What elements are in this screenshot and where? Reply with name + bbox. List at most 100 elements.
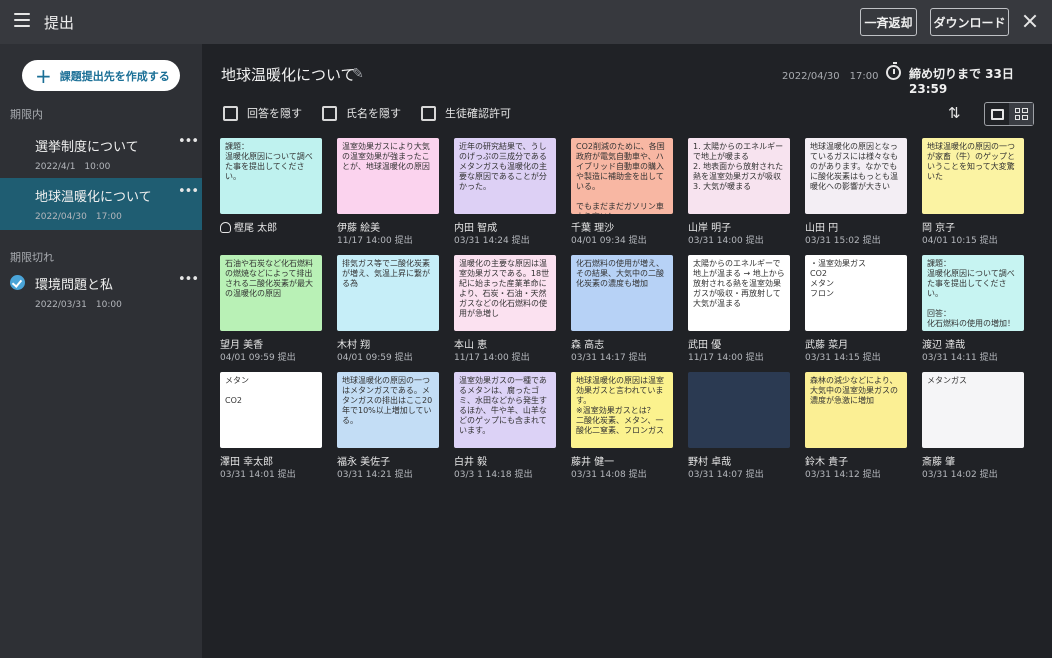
submission-thumbnail: 石油や石炭など化石燃料の燃焼などによって排出される二酸化炭素が最大の温暖化の原因	[220, 255, 322, 331]
submission-text: CO2削減のために、各国政府が電気自動車や、ハイブリッド自動車の購入や製造に補助…	[576, 142, 665, 214]
sidebar-item-name: 地球温暖化について	[35, 190, 152, 205]
submission-card[interactable]: 排気ガス等で二酸化炭素が増え、気温上昇に繋がる為 木村 翔 04/01 09:59 …	[337, 255, 439, 363]
submission-card[interactable]: 野村 卓哉 03/31 14:07 提出	[688, 372, 790, 480]
page-title: 地球温暖化について	[221, 66, 356, 84]
submission-thumbnail: CO2削減のために、各国政府が電気自動車や、ハイブリッド自動車の購入や製造に補助…	[571, 138, 673, 214]
create-assignment-label: 課題提出先を作成する	[59, 69, 170, 83]
sidebar-item-election[interactable]: 選挙制度について 2022/4/1 10:00 •••	[0, 128, 202, 180]
submission-thumbnail: 近年の研究結果で、うしのげっぷの三成分であるメタンガスも温暖化の主要な原因である…	[454, 138, 556, 214]
submission-card[interactable]: 温室効果ガスにより大気の温室効果が強まったことが、地球温暖化の原因 伊藤 絵美 11…	[337, 138, 439, 246]
submission-card[interactable]: メタンガス 斎藤 肇 03/31 14:02 提出	[922, 372, 1024, 480]
submission-card[interactable]: 地球温暖化の原因となっているガスには様々なものがあります。なかでもに酸化炭素はも…	[805, 138, 907, 246]
grid-view-button[interactable]	[1009, 103, 1033, 125]
submission-card[interactable]: メタン CO2 澤田 幸太郎 03/31 14:01 提出	[220, 372, 322, 480]
sidebar-item-name: 環境問題と私	[35, 278, 114, 293]
submission-date: 04/01 10:15 提出	[922, 236, 998, 246]
section-label-closed: 期限切れ	[10, 251, 54, 264]
submission-date: 03/31 14:24 提出	[454, 236, 530, 246]
submission-card[interactable]: 太陽からのエネルギーで地上が温まる → 地上から放射される熱を温室効果ガスが吸収…	[688, 255, 790, 363]
submission-text: 石油や石炭など化石燃料の燃焼などによって排出される二酸化炭素が最大の温暖化の原因	[225, 259, 313, 298]
student-name: 福永 美佐子	[337, 453, 439, 468]
submission-card[interactable]: 石油や石炭など化石燃料の燃焼などによって排出される二酸化炭素が最大の温暖化の原因…	[220, 255, 322, 363]
allow-student-view-checkbox[interactable]: 生徒確認許可	[421, 105, 511, 121]
submission-date: 04/01 09:59 提出	[220, 353, 296, 363]
hide-answers-checkbox[interactable]: 回答を隠す	[223, 105, 302, 121]
submission-date: 03/31 14:17 提出	[571, 353, 647, 363]
student-name: 樫尾 太郎	[220, 219, 322, 234]
submission-text: 課題： 温暖化原因について調べた事を提出してください。	[225, 142, 313, 181]
submission-thumbnail: 温暖化の主要な原因は温室効果ガスである。18世紀に始まった産業革命により、石炭・…	[454, 255, 556, 331]
created-date: 2022/04/30 17:00	[782, 71, 879, 82]
submission-date: 04/01 09:59 提出	[337, 353, 413, 363]
submission-thumbnail: ・温室効果ガス CO2 メタン フロン	[805, 255, 907, 331]
student-name: 渡辺 達哉	[922, 336, 1024, 351]
submission-date: 11/17 14:00 提出	[454, 353, 530, 363]
plus-icon: +	[35, 63, 52, 88]
submission-card[interactable]: 課題： 温暖化原因について調べた事を提出してください。樫尾 太郎	[220, 138, 322, 234]
menu-icon[interactable]	[14, 13, 30, 27]
create-assignment-button[interactable]: + 課題提出先を作成する	[22, 60, 180, 91]
checkbox-label: 氏名を隠す	[346, 107, 401, 120]
submission-date: 03/31 14:15 提出	[805, 353, 881, 363]
submission-text: ・温室効果ガス CO2 メタン フロン	[810, 259, 866, 298]
submission-card[interactable]: 地球温暖化の原因の一つが家畜（牛）のゲップということを知って大変驚いた岡 京子 0…	[922, 138, 1024, 246]
submission-card[interactable]: 化石燃料の使用が増え、その結果、大気中の二酸化炭素の濃度も増加森 高志 03/31…	[571, 255, 673, 363]
submission-date: 11/17 14:00 提出	[337, 236, 413, 246]
sidebar-item-global-warming[interactable]: 地球温暖化について 2022/04/30 17:00 •••	[0, 178, 202, 230]
sidebar-item-date: 2022/4/1 10:00	[35, 162, 111, 172]
submission-thumbnail: 1. 太陽からのエネルギーで地上が暖まる 2. 地表面から放射された熱を温室効果…	[688, 138, 790, 214]
submission-text: 森林の減少などにより、大気中の温室効果ガスの濃度が急激に増加	[810, 376, 898, 405]
more-icon[interactable]: •••	[178, 184, 199, 199]
checkbox-icon	[322, 105, 337, 121]
sort-icon[interactable]: ⇅	[948, 104, 961, 122]
student-name: 内田 智成	[454, 219, 556, 234]
sidebar-item-date: 2022/03/31 10:00	[35, 300, 122, 310]
main-panel: 地球温暖化について ✎ 2022/04/30 17:00 締め切りまで 33日 …	[202, 44, 1052, 658]
student-name: 千葉 理沙	[571, 219, 673, 234]
submission-card[interactable]: 課題： 温暖化原因について調べた事を提出してください。 回答： 化石燃料の使用の…	[922, 255, 1024, 363]
submission-card[interactable]: 地球温暖化の原因は温室効果ガスと言われています。 ※温室効果ガスとは？ 二酸化炭…	[571, 372, 673, 480]
student-name: 本山 恵	[454, 336, 556, 351]
student-name-text: 樫尾 太郎	[234, 223, 278, 234]
more-icon[interactable]: •••	[178, 272, 199, 287]
student-name: 山岸 明子	[688, 219, 790, 234]
submission-thumbnail: 化石燃料の使用が増え、その結果、大気中の二酸化炭素の濃度も増加	[571, 255, 673, 331]
download-button[interactable]: ダウンロード	[930, 8, 1009, 36]
student-name: 鈴木 貴子	[805, 453, 907, 468]
submission-text: 近年の研究結果で、うしのげっぷの三成分であるメタンガスも温暖化の主要な原因である…	[459, 142, 547, 191]
student-name: 望月 美香	[220, 336, 322, 351]
submission-date: 03/31 14:07 提出	[688, 470, 764, 480]
submission-date: 03/31 14:12 提出	[805, 470, 881, 480]
submission-text: 地球温暖化の原因となっているガスには様々なものがあります。なかでもに酸化炭素はも…	[810, 142, 898, 191]
submission-date: 03/31 14:08 提出	[571, 470, 647, 480]
submission-thumbnail: 課題： 温暖化原因について調べた事を提出してください。	[220, 138, 322, 214]
sidebar-item-environment[interactable]: 環境問題と私 2022/03/31 10:00 •••	[0, 266, 202, 318]
submission-card[interactable]: 地球温暖化の原因の一つはメタンガスである。メタンガスの排出はここ20年で10%以…	[337, 372, 439, 480]
student-name: 伊藤 絵美	[337, 219, 439, 234]
return-all-button[interactable]: 一斉返却	[860, 8, 917, 36]
submission-card[interactable]: CO2削減のために、各国政府が電気自動車や、ハイブリッド自動車の購入や製造に補助…	[571, 138, 673, 246]
submission-card[interactable]: 近年の研究結果で、うしのげっぷの三成分であるメタンガスも温暖化の主要な原因である…	[454, 138, 556, 246]
submission-text: 温室効果ガスの一種であるメタンは、腐ったゴミ、水田などから発生するほか、牛や羊、…	[459, 376, 547, 435]
student-name: 藤井 健一	[571, 453, 673, 468]
hide-names-checkbox[interactable]: 氏名を隠す	[322, 105, 401, 121]
submission-card[interactable]: 森林の減少などにより、大気中の温室効果ガスの濃度が急激に増加鈴木 貴子 03/31…	[805, 372, 907, 480]
submission-thumbnail: 地球温暖化の原因は温室効果ガスと言われています。 ※温室効果ガスとは？ 二酸化炭…	[571, 372, 673, 448]
close-icon[interactable]	[1022, 13, 1038, 29]
single-view-button[interactable]	[985, 103, 1009, 125]
submission-text: 課題： 温暖化原因について調べた事を提出してください。 回答： 化石燃料の使用の…	[927, 259, 1015, 328]
pencil-icon[interactable]: ✎	[352, 66, 364, 82]
top-bar: 提出 一斉返却 ダウンロード	[0, 0, 1052, 44]
submission-card[interactable]: 温室効果ガスの一種であるメタンは、腐ったゴミ、水田などから発生するほか、牛や羊、…	[454, 372, 556, 480]
user-icon	[220, 222, 231, 233]
submission-card[interactable]: 1. 太陽からのエネルギーで地上が暖まる 2. 地表面から放射された熱を温室効果…	[688, 138, 790, 246]
submission-date: 03/31 14:11 提出	[922, 353, 998, 363]
view-toggle	[984, 102, 1034, 126]
more-icon[interactable]: •••	[178, 134, 199, 149]
deadline-text: 締め切りまで 33日 23:59	[909, 67, 1014, 96]
submission-card[interactable]: ・温室効果ガス CO2 メタン フロン 武藤 菜月 03/31 14:15 提出	[805, 255, 907, 363]
submission-card[interactable]: 温暖化の主要な原因は温室効果ガスである。18世紀に始まった産業革命により、石炭・…	[454, 255, 556, 363]
student-name: 澤田 幸太郎	[220, 453, 322, 468]
student-name: 山田 円	[805, 219, 907, 234]
app-title: 提出	[44, 14, 75, 32]
